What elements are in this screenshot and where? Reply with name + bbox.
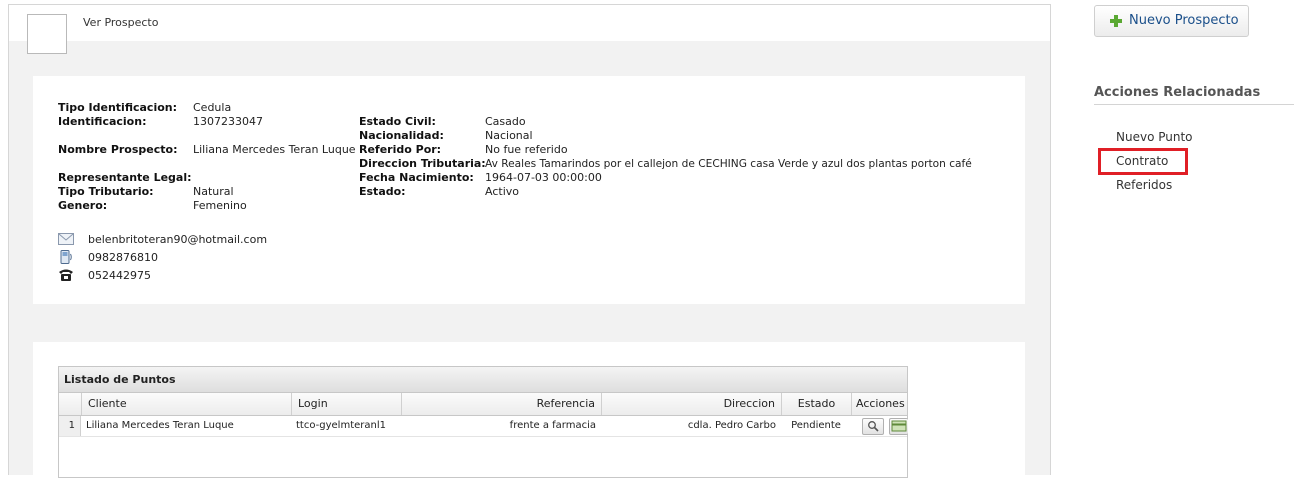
prospect-info-card: Tipo Identificacion: Cedula Identificaci…	[33, 76, 1025, 304]
info-label: Direccion Tributaria:	[359, 157, 486, 170]
points-list-card: Listado de Puntos Cliente Login Referenc…	[33, 342, 1025, 482]
contract-button[interactable]	[889, 418, 908, 435]
page-title: Ver Prospecto	[83, 16, 159, 29]
main-panel: Ver Prospecto Tipo Identificacion: Cedul…	[8, 4, 1051, 482]
cell-cliente: Liliana Mercedes Teran Luque	[86, 420, 234, 431]
info-label: Referido Por:	[359, 143, 442, 156]
grid-header: Cliente Login Referencia Direccion Estad…	[59, 393, 907, 416]
info-value: Casado	[485, 115, 526, 128]
telephone-icon	[59, 269, 73, 281]
cell-login: ttco-gyelmteranl1	[296, 420, 386, 431]
info-row-tipo-identificacion: Tipo Identificacion:	[58, 101, 177, 115]
plus-icon	[1110, 15, 1122, 27]
email-icon	[58, 233, 74, 245]
prospect-thumbnail	[27, 14, 67, 54]
column-header-referencia[interactable]: Referencia	[401, 393, 601, 415]
divider	[1094, 104, 1294, 105]
contact-mobile: 0982876810	[88, 251, 158, 264]
column-header-acciones: Acciones	[851, 393, 907, 415]
info-value: Femenino	[193, 199, 247, 212]
related-actions-title: Acciones Relacionadas	[1094, 85, 1261, 100]
info-label: Genero:	[58, 199, 108, 212]
info-label: Tipo Identificacion:	[58, 101, 177, 114]
info-label: Fecha Nacimiento:	[359, 171, 474, 184]
info-label: Nombre Prospecto:	[58, 143, 178, 156]
contact-email[interactable]: belenbritoteran90@hotmail.com	[88, 233, 267, 246]
cell-estado: Pendiente	[791, 420, 841, 431]
info-value: Cedula	[193, 101, 232, 114]
table-row[interactable]: 1 Liliana Mercedes Teran Luque ttco-gyel…	[59, 416, 908, 437]
view-button[interactable]	[862, 418, 884, 435]
related-action-nuevo-punto[interactable]: Nuevo Punto	[1116, 130, 1193, 144]
column-header-login[interactable]: Login	[291, 393, 401, 415]
info-value: Activo	[485, 185, 519, 198]
column-header-rownum	[59, 393, 81, 415]
contact-phone: 052442975	[88, 269, 151, 282]
row-number: 1	[59, 416, 81, 436]
info-label: Estado:	[359, 185, 406, 198]
info-value: Natural	[193, 185, 234, 198]
info-value: No fue referido	[485, 143, 568, 156]
magnifier-icon	[868, 421, 879, 432]
column-header-estado[interactable]: Estado	[781, 393, 851, 415]
info-value: 1964-07-03 00:00:00	[485, 171, 602, 184]
new-prospect-label: Nuevo Prospecto	[1129, 13, 1239, 28]
info-value: Av Reales Tamarindos por el callejon de …	[485, 158, 972, 170]
new-prospect-button[interactable]: Nuevo Prospecto	[1094, 5, 1249, 37]
mobile-phone-icon	[60, 250, 72, 264]
info-value: Nacional	[485, 129, 533, 142]
info-label: Representante Legal:	[58, 171, 192, 184]
info-label: Tipo Tributario:	[58, 185, 154, 198]
info-value: Liliana Mercedes Teran Luque	[193, 143, 356, 156]
page-header: Ver Prospecto	[9, 5, 1050, 54]
column-header-direccion[interactable]: Direccion	[601, 393, 781, 415]
info-label: Identificacion:	[58, 115, 147, 128]
contract-icon	[891, 420, 907, 432]
cell-direccion: cdla. Pedro Carbo	[687, 420, 776, 431]
column-header-cliente[interactable]: Cliente	[81, 393, 291, 415]
info-value: 1307233047	[193, 115, 263, 128]
highlight-box	[1098, 148, 1188, 175]
info-label: Nacionalidad:	[359, 129, 444, 142]
points-grid: Listado de Puntos Cliente Login Referenc…	[58, 366, 908, 478]
info-label: Estado Civil:	[359, 115, 436, 128]
related-action-referidos[interactable]: Referidos	[1116, 178, 1172, 192]
grid-title: Listado de Puntos	[59, 367, 907, 393]
cell-referencia: frente a farmacia	[509, 420, 596, 431]
